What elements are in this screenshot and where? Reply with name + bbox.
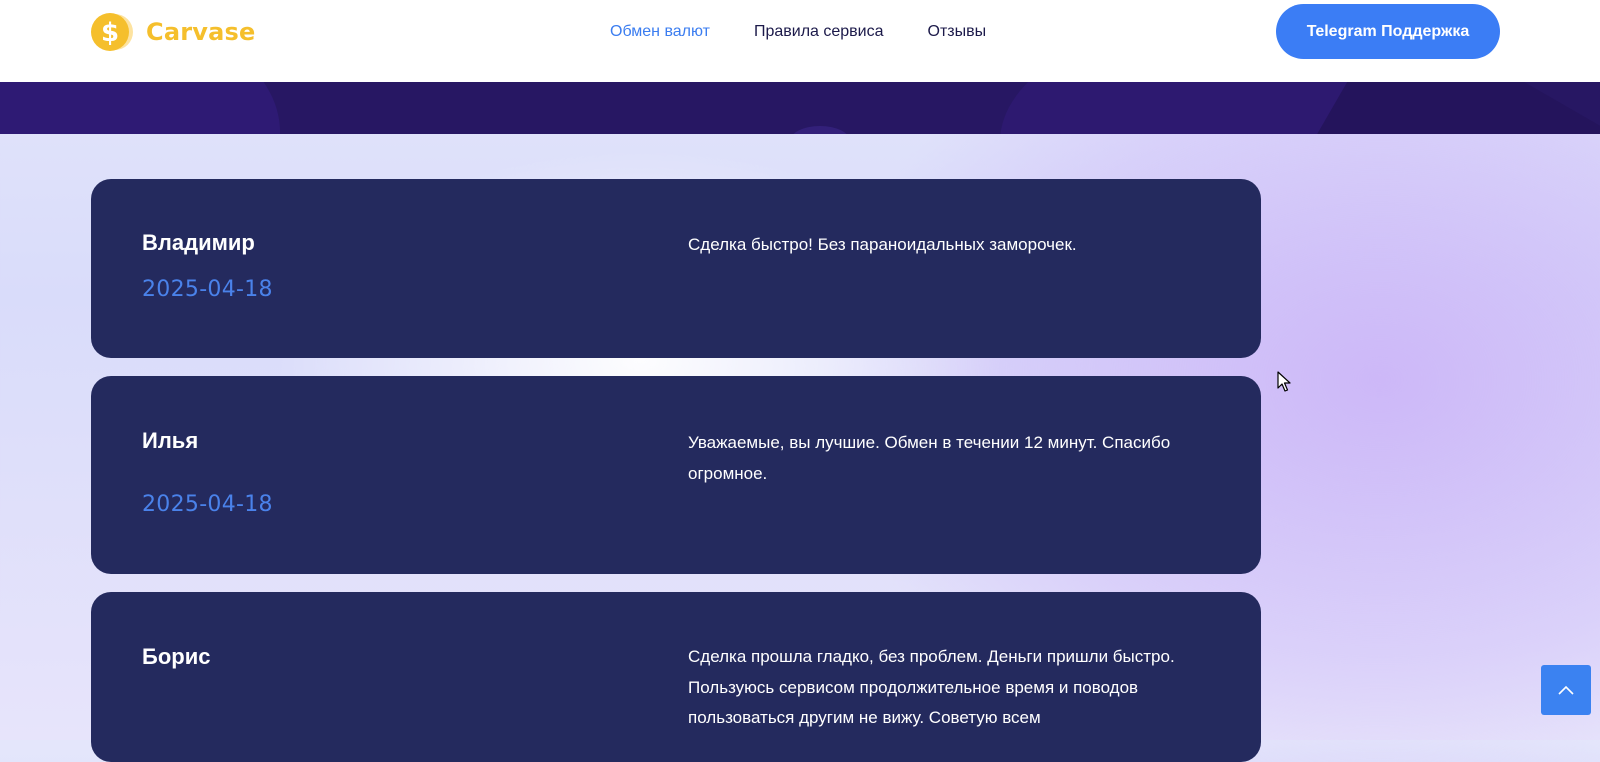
review-author: Илья [142, 428, 199, 453]
dollar-coin-icon: $ [90, 12, 134, 52]
telegram-support-button[interactable]: Telegram Поддержка [1276, 4, 1500, 59]
review-card: Владимир 2025-04-18 Сделка быстро! Без п… [91, 179, 1261, 358]
review-card: Илья 2025-04-18 Уважаемые, вы лучшие. Об… [91, 376, 1261, 574]
review-card: Борис Сделка прошла гладко, без проблем.… [91, 592, 1261, 762]
site-header: $ Carvase Обмен валют Правила сервиса От… [0, 0, 1600, 82]
review-date: 2025-04-18 [142, 492, 273, 517]
mouse-pointer-icon [1277, 371, 1291, 398]
review-author: Владимир [142, 230, 255, 255]
main-nav: Обмен валют Правила сервиса Отзывы [610, 22, 986, 42]
scroll-to-top-button[interactable] [1541, 665, 1591, 715]
review-text: Сделка быстро! Без параноидальных заморо… [688, 235, 1077, 254]
hero-banner [0, 82, 1600, 134]
banner-shape [0, 82, 280, 134]
chevron-up-icon [1558, 685, 1574, 695]
logo[interactable]: $ Carvase [90, 12, 255, 52]
review-date: 2025-04-18 [142, 277, 273, 302]
nav-item-rules[interactable]: Правила сервиса [754, 22, 884, 42]
logo-text: Carvase [146, 18, 256, 46]
banner-shape [790, 126, 850, 134]
review-author: Борис [142, 644, 211, 669]
nav-item-reviews[interactable]: Отзывы [928, 22, 987, 42]
review-text: Сделка прошла гладко, без проблем. Деньг… [688, 647, 1175, 727]
review-text: Уважаемые, вы лучшие. Обмен в течении 12… [688, 433, 1171, 483]
nav-item-exchange[interactable]: Обмен валют [610, 22, 710, 42]
svg-text:$: $ [101, 18, 119, 48]
